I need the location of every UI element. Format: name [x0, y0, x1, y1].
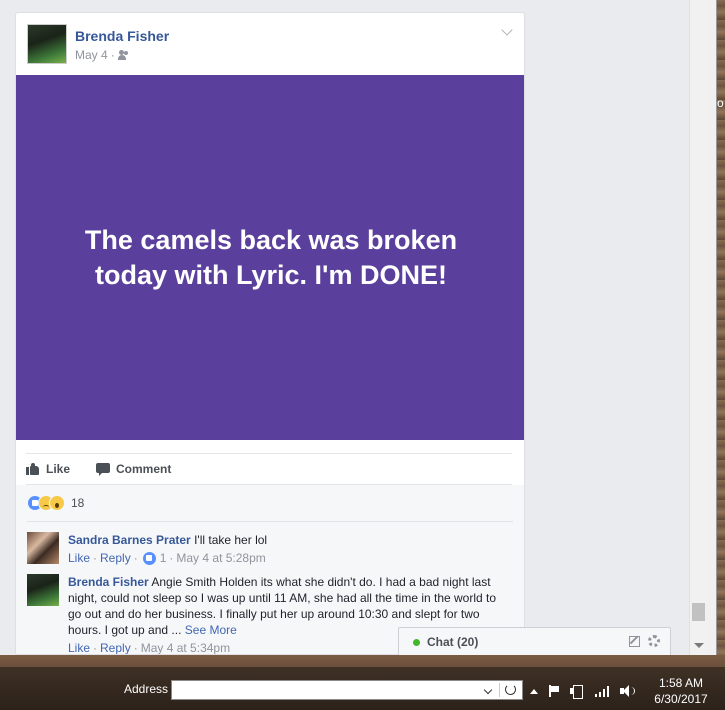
like-button[interactable]: Like: [26, 462, 70, 476]
chevron-down-icon[interactable]: [483, 685, 493, 695]
battery-icon[interactable]: [570, 684, 584, 699]
commenter-name[interactable]: Sandra Barnes Prater: [68, 533, 191, 547]
commenter-avatar[interactable]: [27, 532, 59, 564]
action-center-flag-icon[interactable]: [548, 685, 560, 697]
comment-timestamp[interactable]: May 4 at 5:34pm: [141, 640, 230, 654]
system-tray: [530, 683, 636, 699]
wow-reaction-icon: [49, 495, 65, 511]
post-date[interactable]: May 4: [75, 48, 108, 62]
comment-button[interactable]: Comment: [96, 462, 171, 476]
address-toolbar-label: Address: [124, 682, 169, 696]
commenter-name[interactable]: Brenda Fisher: [68, 575, 149, 589]
status-text: The camels back was broken today with Ly…: [84, 224, 458, 290]
comment-button-label: Comment: [116, 462, 172, 476]
meta-separator: ·: [110, 48, 115, 62]
post-author[interactable]: Brenda Fisher: [75, 28, 169, 44]
comment-reply-link[interactable]: Reply: [100, 550, 131, 566]
post-actions-bar: Like Comment: [26, 453, 512, 485]
comment-like-count[interactable]: 1: [160, 550, 167, 566]
comment-body: Sandra Barnes Prater I'll take her lol L…: [68, 532, 508, 566]
window-border: [707, 0, 717, 655]
like-reaction-icon: [142, 551, 156, 565]
comment-timestamp[interactable]: May 4 at 5:28pm: [176, 550, 265, 566]
desktop-edge: o: [707, 0, 725, 655]
reaction-count[interactable]: 18: [71, 496, 84, 510]
online-status-dot: [413, 639, 420, 646]
post-meta: May 4 ·: [75, 48, 130, 62]
reactions-summary[interactable]: 18: [27, 495, 84, 511]
address-input[interactable]: [172, 681, 480, 699]
post-options-chevron-icon[interactable]: [501, 24, 513, 36]
like-button-label: Like: [46, 462, 71, 476]
comment-reply-link[interactable]: Reply: [100, 640, 131, 654]
commenter-avatar[interactable]: [27, 574, 59, 606]
clock-date: 6/30/2017: [654, 692, 708, 706]
divider: [499, 683, 500, 697]
clock[interactable]: 1:58 AM 6/30/2017: [650, 675, 712, 707]
address-toolbar: [171, 680, 523, 700]
feed-post: Brenda Fisher May 4 · The camels back wa…: [15, 12, 525, 655]
browser-page: Brenda Fisher May 4 · The camels back wa…: [0, 0, 707, 655]
refresh-icon[interactable]: [505, 684, 516, 695]
comment-like-link[interactable]: Like: [68, 640, 90, 654]
chat-label[interactable]: Chat (20): [427, 635, 478, 649]
show-hidden-icons-icon[interactable]: [530, 688, 538, 694]
status-background: The camels back was broken today with Ly…: [16, 75, 524, 440]
gear-icon[interactable]: [648, 635, 660, 647]
author-avatar[interactable]: [27, 24, 67, 64]
comment-actions: Like · Reply · 1 · May 4 at 5:28pm: [68, 550, 266, 566]
thumbs-up-icon: [26, 463, 40, 475]
network-signal-icon[interactable]: [594, 685, 610, 697]
scroll-down-arrow-icon[interactable]: [694, 643, 704, 648]
chat-sidebar-bar[interactable]: Chat (20): [398, 627, 671, 655]
clock-time: 1:58 AM: [658, 676, 704, 690]
volume-icon[interactable]: [620, 685, 636, 697]
scrollbar-thumb[interactable]: [692, 603, 705, 621]
new-message-icon[interactable]: [629, 636, 640, 647]
see-more-link[interactable]: See More: [185, 623, 237, 637]
comment-like-link[interactable]: Like: [68, 550, 90, 566]
comment-text: I'll take her lol: [194, 533, 268, 547]
friends-audience-icon[interactable]: [117, 50, 130, 60]
comment-bubble-icon: [96, 463, 111, 476]
divider: [27, 521, 513, 522]
vertical-scrollbar[interactable]: [689, 0, 707, 655]
offscreen-text-fragment: o: [717, 96, 724, 110]
taskbar: Address 1:58 AM 6/30/2017: [0, 655, 725, 710]
